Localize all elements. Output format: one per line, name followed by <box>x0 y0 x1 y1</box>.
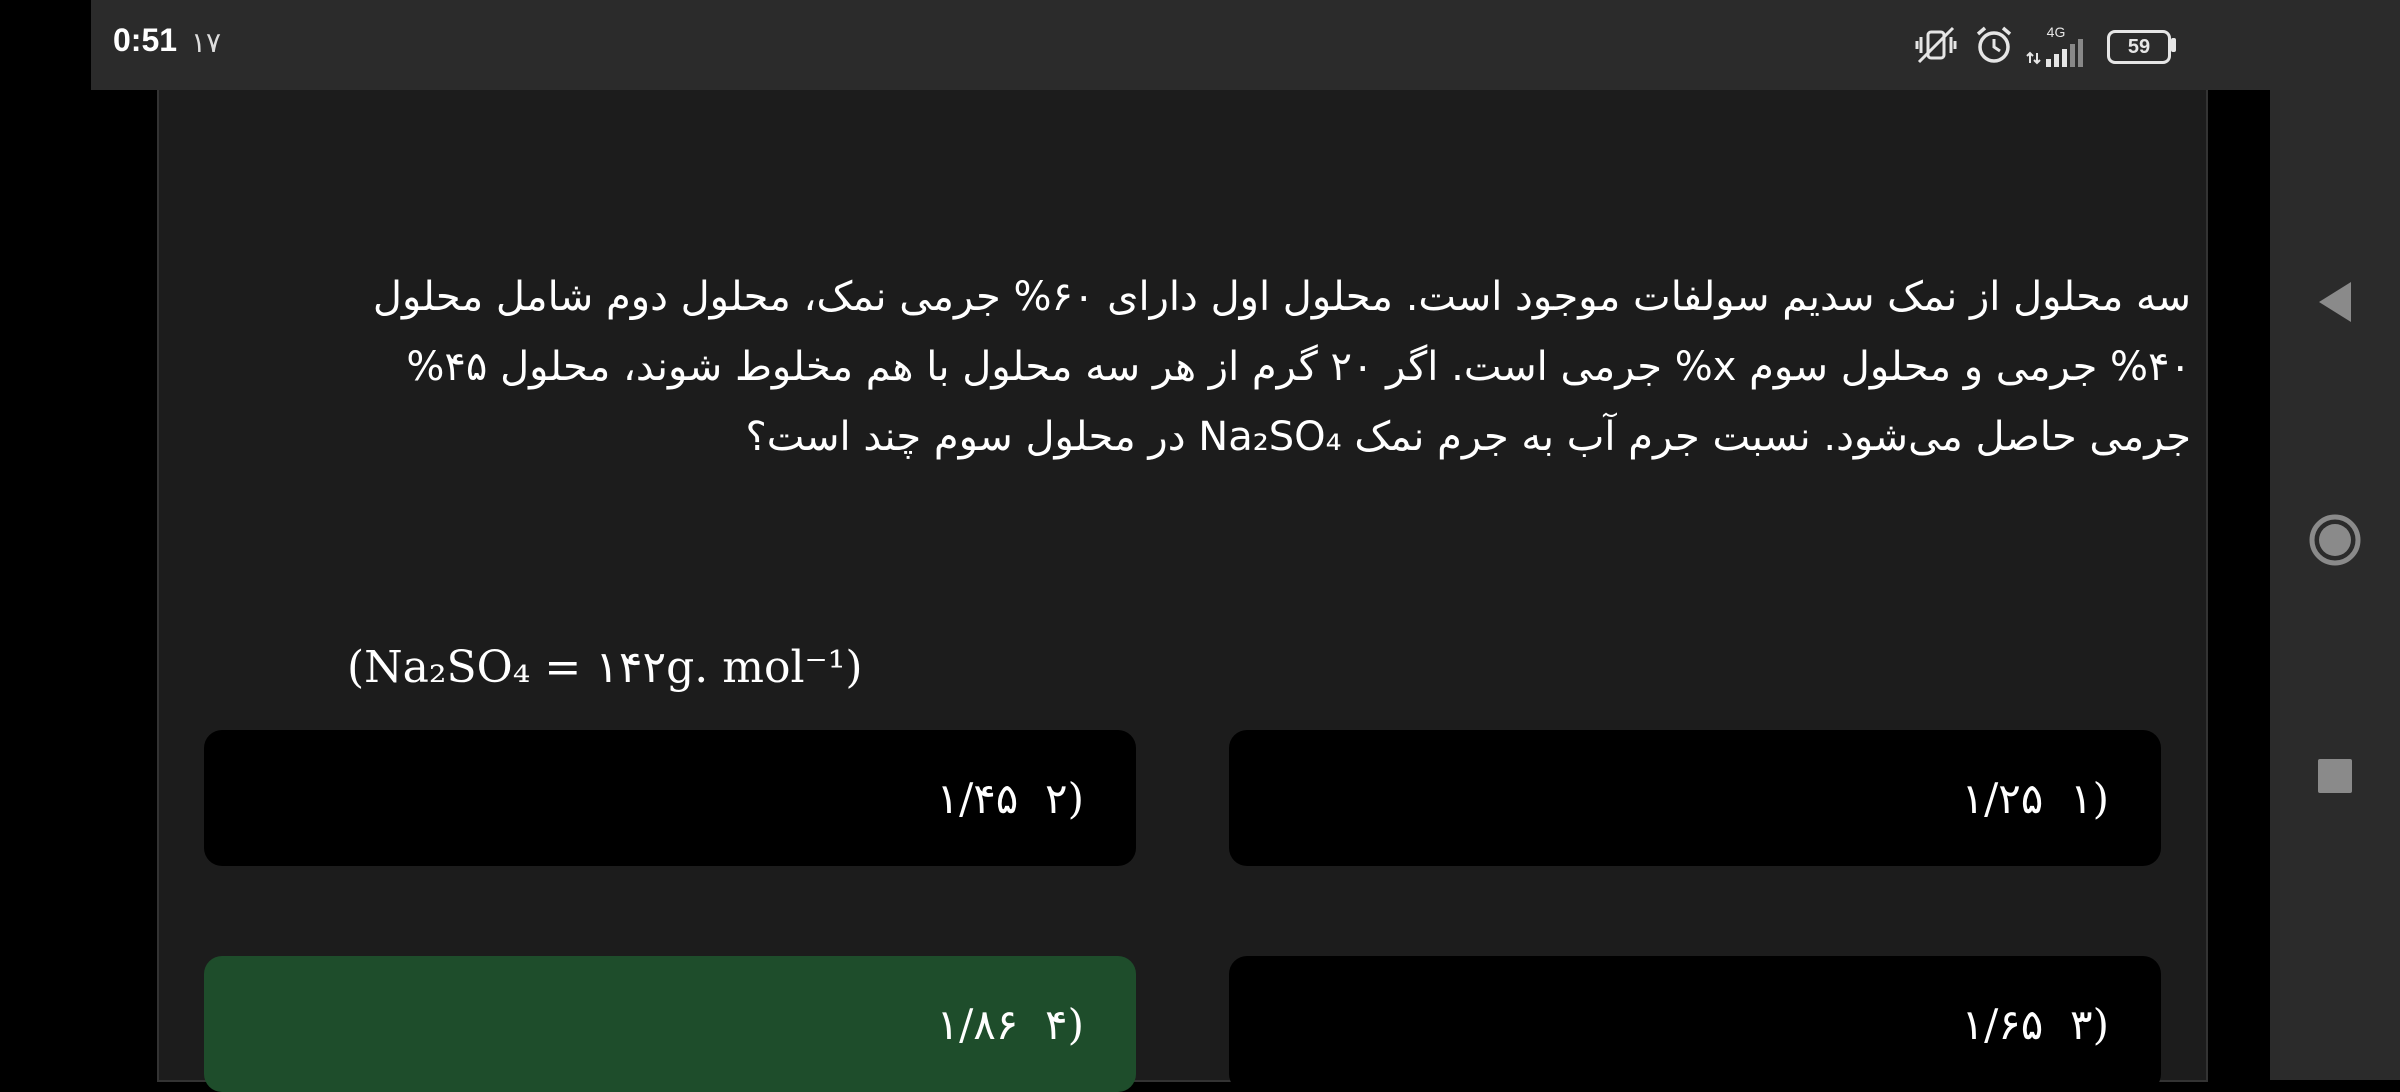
navigation-bar <box>2270 0 2400 1080</box>
question-text: سه محلول از نمک سدیم سولفات موجود است. م… <box>372 274 2191 460</box>
option-4-value: ۱/۸۶ <box>936 999 1019 1049</box>
option-4-text: (۴ ۱/۸۶ <box>937 1000 1136 1049</box>
option-1-text: (۱ ۱/۲۵ <box>1962 774 2161 823</box>
question-card: سه محلول از نمک سدیم سولفات موجود است. م… <box>157 90 2208 1092</box>
molar-mass-note: (Na₂SO₄ = ۱۴۲g. mol⁻¹) <box>347 642 863 693</box>
battery-level: 59 <box>2127 35 2151 58</box>
option-2-text: (۲ ۱/۴۵ <box>937 774 1136 823</box>
status-bar: 0:51 ۱۷ 4G 59 <box>91 0 2270 90</box>
option-2-value: ۱/۴۵ <box>936 773 1019 823</box>
battery-tip <box>2171 38 2176 52</box>
option-3[interactable]: (۳ ۱/۶۵ <box>1229 956 2161 1092</box>
vibrate-off-icon <box>1913 20 1959 70</box>
option-3-text: (۳ ۱/۶۵ <box>1962 1000 2161 1049</box>
option-3-value: ۱/۶۵ <box>1961 999 2044 1049</box>
option-4-label: (۴ <box>1045 999 1084 1049</box>
option-1-value: ۱/۲۵ <box>1961 773 2044 823</box>
option-3-label: (۳ <box>2070 999 2109 1049</box>
network-type-label: 4G <box>2046 24 2066 40</box>
option-1[interactable]: (۱ ۱/۲۵ <box>1229 730 2161 866</box>
option-2-label: (۲ <box>1045 773 1084 823</box>
back-icon[interactable] <box>2270 270 2400 334</box>
status-extra-text: ۱۷ <box>191 26 222 59</box>
alarm-icon <box>1973 20 2015 70</box>
option-4[interactable]: (۴ ۱/۸۶ <box>204 956 1136 1092</box>
option-2[interactable]: (۲ ۱/۴۵ <box>204 730 1136 866</box>
battery-icon: 59 <box>2107 30 2171 64</box>
option-1-label: (۱ <box>2070 773 2109 823</box>
home-icon[interactable] <box>2270 508 2400 572</box>
signal-icon: 4G <box>2024 22 2088 72</box>
clock: 0:51 <box>113 22 178 58</box>
recents-icon[interactable] <box>2270 756 2400 796</box>
